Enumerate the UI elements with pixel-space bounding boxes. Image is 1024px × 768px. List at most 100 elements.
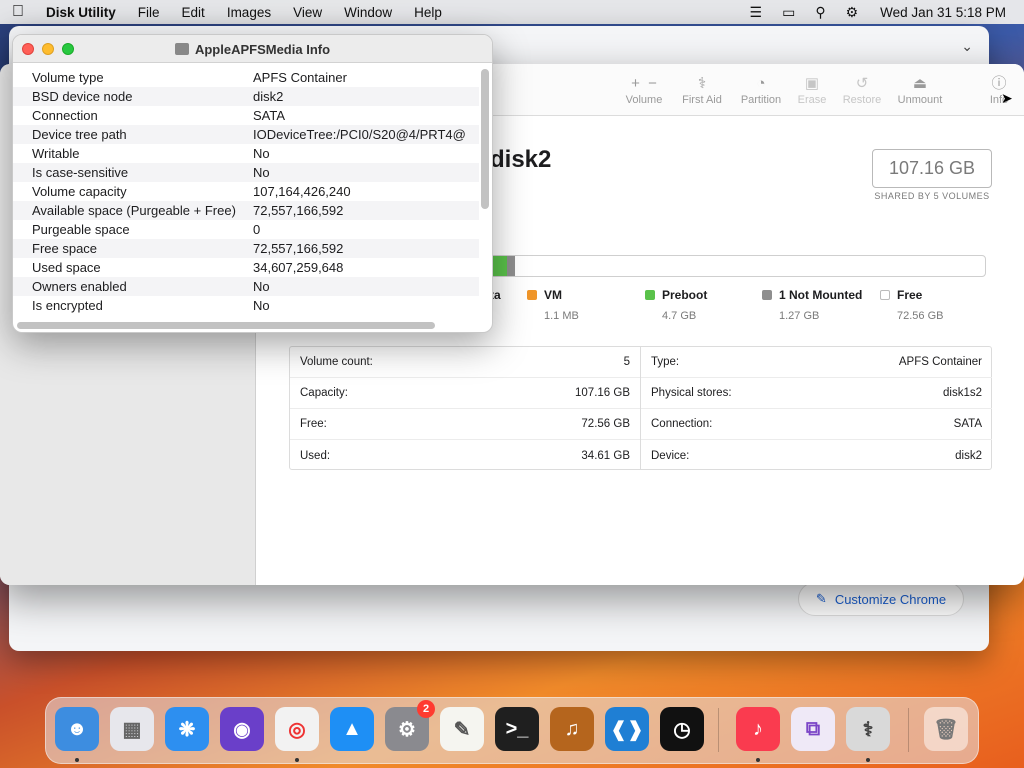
info-value: SATA xyxy=(253,108,286,123)
pencil-icon: ✎ xyxy=(815,591,827,606)
info-row[interactable]: Free space 72,557,166,592 xyxy=(13,239,479,258)
disk-utility-icon[interactable]: ⚕ xyxy=(846,707,890,751)
textedit-icon[interactable]: ✎ xyxy=(440,707,484,751)
container-title: disk2 xyxy=(490,146,552,173)
chevron-down-icon[interactable]: ⌄ xyxy=(961,38,973,55)
customize-chrome-button[interactable]: ✎ Customize Chrome xyxy=(798,582,964,616)
disk-icon xyxy=(174,43,189,55)
mouse-cursor-icon: ➤ xyxy=(1001,90,1013,106)
details-value: APFS Container xyxy=(898,356,982,368)
firefox-icon[interactable]: ◉ xyxy=(220,707,264,751)
finder-icon[interactable]: ☻ xyxy=(55,707,99,751)
menu-app-name[interactable]: Disk Utility xyxy=(46,5,116,20)
eject-icon: ⏏ xyxy=(912,75,928,92)
legend-value: 1.1 MB xyxy=(544,310,579,322)
info-key: BSD device node xyxy=(32,89,133,104)
trash-icon[interactable]: 🗑 xyxy=(924,707,968,751)
info-value: IODeviceTree:/PCI0/S20@4/PRT4@ xyxy=(253,127,466,142)
info-row[interactable]: BSD device node disk2 xyxy=(13,87,479,106)
restore-button[interactable]: ↺ Restore xyxy=(830,74,894,106)
info-panel-title: AppleAPFSMedia Info xyxy=(13,42,492,57)
vertical-scrollbar[interactable] xyxy=(481,69,489,209)
info-value: No xyxy=(253,279,270,294)
info-key: Free space xyxy=(32,241,98,256)
container-size: 107.16 GB xyxy=(872,149,992,188)
spotlight-search-icon[interactable]: ⚲ xyxy=(815,4,825,21)
vscode-icon[interactable]: ❰❱ xyxy=(605,707,649,751)
info-key: Is encrypted xyxy=(32,298,103,313)
info-row[interactable]: Available space (Purgeable + Free) 72,557… xyxy=(13,201,479,220)
running-indicator xyxy=(295,758,299,762)
legend-swatch xyxy=(880,290,890,300)
details-value: disk1s2 xyxy=(943,387,982,399)
info-row[interactable]: Connection SATA xyxy=(13,106,479,125)
terminal-icon[interactable]: >_ xyxy=(495,707,539,751)
control-center-icon[interactable]: ⚙ xyxy=(846,4,859,21)
menu-edit[interactable]: Edit xyxy=(182,5,205,20)
legend-value: 4.7 GB xyxy=(662,310,697,322)
restore-label: Restore xyxy=(842,94,882,106)
screen-mirror-icon[interactable]: ▭ xyxy=(782,4,795,21)
details-row: Used: 34.61 GB xyxy=(290,440,640,471)
info-key: Writable xyxy=(32,146,80,161)
horizontal-scrollbar[interactable] xyxy=(17,322,435,329)
info-row[interactable]: Owners enabled No xyxy=(13,277,479,296)
running-indicator xyxy=(756,758,760,762)
launchpad-icon[interactable]: ▦ xyxy=(110,707,154,751)
visual-studio-icon[interactable]: ⧉ xyxy=(791,707,835,751)
first-aid-button[interactable]: ⚕ First Aid xyxy=(670,74,734,106)
legend-label: 1 Not Mounted xyxy=(779,288,863,302)
menu-view[interactable]: View xyxy=(293,5,322,20)
first-aid-label: First Aid xyxy=(682,94,722,106)
info-key: Is case-sensitive xyxy=(32,165,129,180)
info-row[interactable]: Used space 34,607,259,648 xyxy=(13,258,479,277)
restore-icon: ↺ xyxy=(855,75,869,92)
unmount-button[interactable]: ⏏ Unmount xyxy=(888,74,952,106)
details-value: SATA xyxy=(953,418,982,430)
menu-help[interactable]: Help xyxy=(414,5,442,20)
menu-file[interactable]: File xyxy=(138,5,160,20)
legend-vm: VM 1.1 MB xyxy=(527,288,579,322)
info-row[interactable]: Writable No xyxy=(13,144,479,163)
info-row[interactable]: Is encrypted No xyxy=(13,296,479,315)
details-label: Used: xyxy=(300,449,331,462)
details-value: 72.56 GB xyxy=(581,418,630,430)
menu-window[interactable]: Window xyxy=(344,5,392,20)
app-store-icon[interactable]: ▲ xyxy=(330,707,374,751)
info-value: 34,607,259,648 xyxy=(253,260,344,275)
info-row[interactable]: Purgeable space 0 xyxy=(13,220,479,239)
music-icon[interactable]: ♪ xyxy=(736,707,780,751)
menu-images[interactable]: Images xyxy=(227,5,271,20)
erase-label: Erase xyxy=(797,94,827,106)
details-label: Type: xyxy=(651,356,680,368)
info-row[interactable]: Volume capacity 107,164,426,240 xyxy=(13,182,479,201)
details-value: 5 xyxy=(623,356,630,368)
unmount-label: Unmount xyxy=(897,94,943,106)
info-value: disk2 xyxy=(253,89,284,104)
volume-button[interactable]: + − Volume xyxy=(612,74,676,106)
clock-icon[interactable]: ◷ xyxy=(660,707,704,751)
running-indicator xyxy=(75,758,79,762)
info-panel-titlebar[interactable]: AppleAPFSMedia Info xyxy=(13,35,492,63)
menu-clock[interactable]: Wed Jan 31 5:18 PM xyxy=(880,5,1006,20)
info-button[interactable]: ⓘ Info xyxy=(967,74,1024,106)
info-key: Volume type xyxy=(32,70,104,85)
stethoscope-icon: ⚕ xyxy=(697,75,707,92)
dock-separator xyxy=(718,708,719,752)
info-row[interactable]: Device tree path IODeviceTree:/PCI0/S20@4… xyxy=(13,125,479,144)
info-row[interactable]: Volume type APFS Container xyxy=(13,68,479,87)
apple-menu-icon[interactable]:  xyxy=(12,3,30,21)
details-row: Capacity: 107.16 GB xyxy=(290,378,640,409)
details-row: Free: 72.56 GB xyxy=(290,409,640,440)
menu-bar:  Disk Utility File Edit Images View Win… xyxy=(0,0,1024,24)
legend-label: Preboot xyxy=(662,288,708,302)
stack-icon[interactable]: ☰ xyxy=(750,4,763,21)
safari-icon[interactable]: ❋ xyxy=(165,707,209,751)
info-key: Device tree path xyxy=(32,127,127,142)
details-label: Connection: xyxy=(651,418,713,430)
system-settings-icon[interactable]: ⚙ 2 xyxy=(385,700,435,751)
info-key: Used space xyxy=(32,260,101,275)
info-row[interactable]: Is case-sensitive No xyxy=(13,163,479,182)
chrome-icon[interactable]: ◎ xyxy=(275,707,319,751)
garageband-icon[interactable]: ♫ xyxy=(550,707,594,751)
